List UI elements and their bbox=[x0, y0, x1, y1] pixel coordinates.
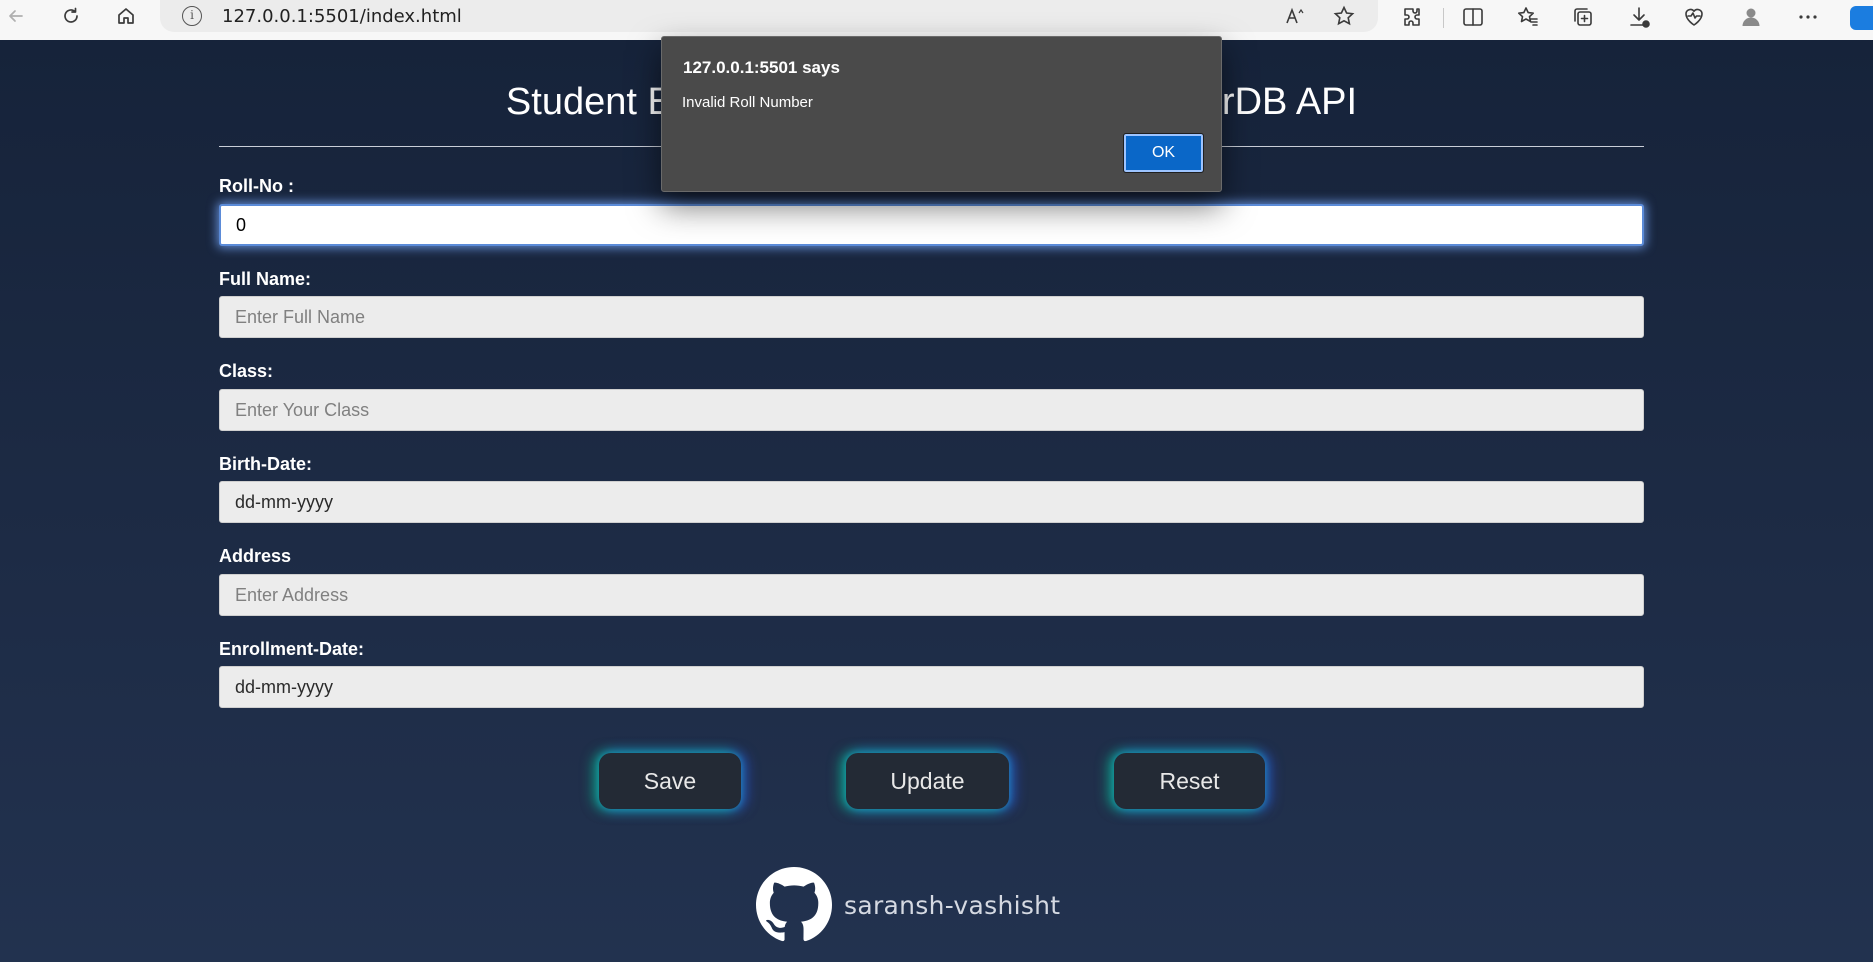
update-button[interactable]: Update bbox=[846, 753, 1009, 809]
back-icon[interactable] bbox=[0, 0, 36, 32]
more-icon[interactable] bbox=[1796, 5, 1820, 29]
address-label: Address bbox=[219, 546, 292, 566]
address-input[interactable] bbox=[219, 574, 1644, 616]
read-aloud-icon[interactable] bbox=[1284, 5, 1306, 27]
favorite-star-icon[interactable] bbox=[1333, 5, 1355, 27]
copilot-icon[interactable] bbox=[1850, 6, 1873, 30]
reset-button[interactable]: Reset bbox=[1114, 753, 1265, 809]
ok-button[interactable]: OK bbox=[1123, 133, 1204, 173]
favorites-icon[interactable] bbox=[1516, 5, 1540, 29]
class-label: Class: bbox=[219, 361, 274, 381]
alert-dialog: 127.0.0.1:5501 says Invalid Roll Number … bbox=[661, 36, 1222, 192]
roll-no-label: Roll-No : bbox=[219, 176, 294, 196]
dialog-title: 127.0.0.1:5501 says bbox=[683, 58, 840, 77]
browser-toolbar: i 127.0.0.1:5501/index.html bbox=[0, 0, 1873, 40]
github-link[interactable]: saransh-vashisht bbox=[756, 865, 1060, 945]
toolbar-divider bbox=[1443, 8, 1444, 28]
github-username[interactable]: saransh-vashisht bbox=[844, 891, 1060, 920]
birth-date-label: Birth-Date: bbox=[219, 454, 312, 474]
refresh-icon[interactable] bbox=[51, 0, 91, 32]
birth-date-input[interactable] bbox=[219, 481, 1644, 523]
collections-icon[interactable] bbox=[1571, 5, 1595, 29]
roll-no-input[interactable] bbox=[219, 204, 1644, 246]
browser-essentials-icon[interactable] bbox=[1682, 5, 1706, 29]
enrollment-date-input[interactable] bbox=[219, 666, 1644, 708]
save-button[interactable]: Save bbox=[599, 753, 741, 809]
enrollment-date-label: Enrollment-Date: bbox=[219, 639, 365, 659]
address-bar[interactable]: i 127.0.0.1:5501/index.html bbox=[160, 0, 1378, 32]
downloads-icon[interactable] bbox=[1627, 5, 1651, 29]
address-url[interactable]: 127.0.0.1:5501/index.html bbox=[222, 6, 462, 27]
profile-icon[interactable] bbox=[1739, 5, 1763, 29]
full-name-label: Full Name: bbox=[219, 269, 312, 289]
home-icon[interactable] bbox=[106, 0, 146, 32]
site-info-icon[interactable]: i bbox=[182, 6, 202, 26]
class-input[interactable] bbox=[219, 389, 1644, 431]
dialog-message: Invalid Roll Number bbox=[682, 94, 813, 111]
full-name-input[interactable] bbox=[219, 296, 1644, 338]
extensions-icon[interactable] bbox=[1400, 5, 1424, 29]
github-icon bbox=[756, 867, 832, 942]
split-screen-icon[interactable] bbox=[1461, 5, 1485, 29]
